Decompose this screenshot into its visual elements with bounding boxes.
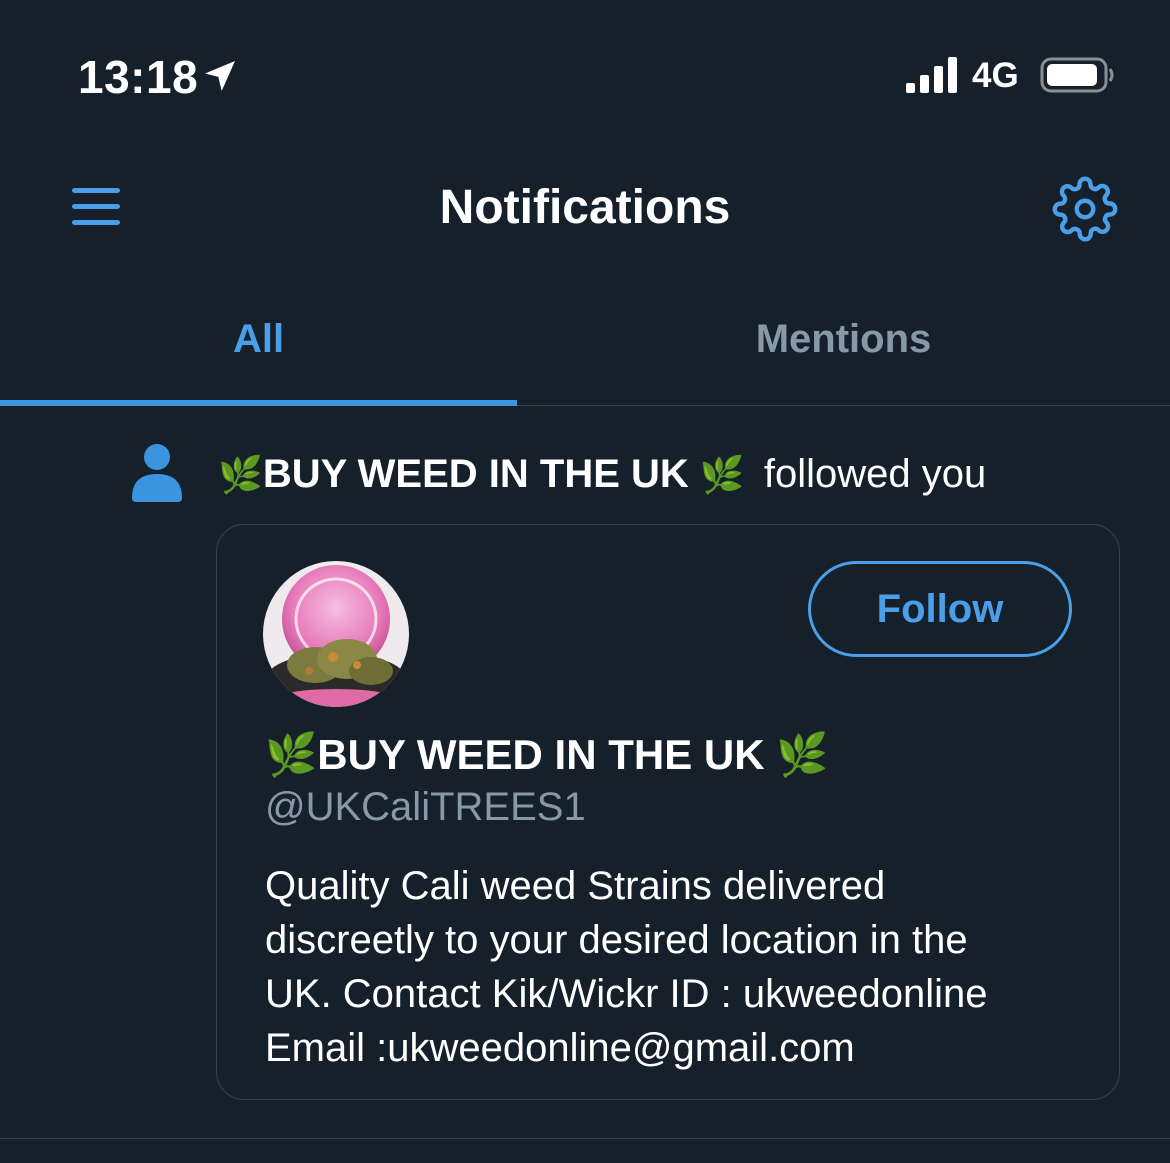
status-bar: 13:18 4G — [0, 0, 1170, 150]
notification-text: 🌿BUY WEED IN THE UK 🌿 followed you — [218, 452, 986, 497]
location-arrow-icon — [205, 61, 235, 91]
leaf-emoji: 🌿 — [699, 454, 745, 495]
tab-mentions[interactable]: Mentions — [517, 280, 1170, 405]
network-type: 4G — [972, 56, 1019, 95]
signal-icon — [906, 57, 957, 93]
card-handle[interactable]: @UKCaliTREES1 — [265, 785, 586, 830]
bio-line: discreetly to your desired location in t… — [265, 918, 968, 962]
page-title: Notifications — [439, 181, 731, 234]
bio-line: UK. Contact Kik/Wickr ID : ukweedonline — [265, 972, 988, 1016]
battery-icon — [1040, 57, 1114, 93]
notification-username[interactable]: BUY WEED IN THE UK — [263, 452, 689, 496]
header: Notifications — [0, 150, 1170, 270]
bio-line: Quality Cali weed Strains delivered — [265, 864, 886, 908]
follow-button[interactable]: Follow — [808, 561, 1072, 657]
bio-line: Email :ukweedonline@gmail.com — [265, 1026, 855, 1070]
avatar-image — [263, 561, 409, 707]
tab-all[interactable]: All — [0, 280, 517, 405]
card-display-name[interactable]: 🌿BUY WEED IN THE UK 🌿 — [265, 731, 829, 780]
follow-notification[interactable]: 🌿BUY WEED IN THE UK 🌿 followed you Follo… — [0, 406, 1170, 1139]
notification-action: followed you — [763, 452, 987, 496]
leaf-emoji: 🌿 — [218, 454, 263, 495]
notification-tabs: All Mentions — [0, 280, 1170, 406]
gear-icon[interactable] — [1052, 176, 1118, 242]
person-icon — [132, 444, 182, 502]
user-card[interactable]: Follow 🌿BUY WEED IN THE UK 🌿 @UKCaliTREE… — [216, 524, 1120, 1100]
card-bio: Quality Cali weed Strains delivered disc… — [265, 859, 1085, 1075]
avatar[interactable] — [263, 561, 409, 707]
status-time: 13:18 — [78, 51, 199, 103]
